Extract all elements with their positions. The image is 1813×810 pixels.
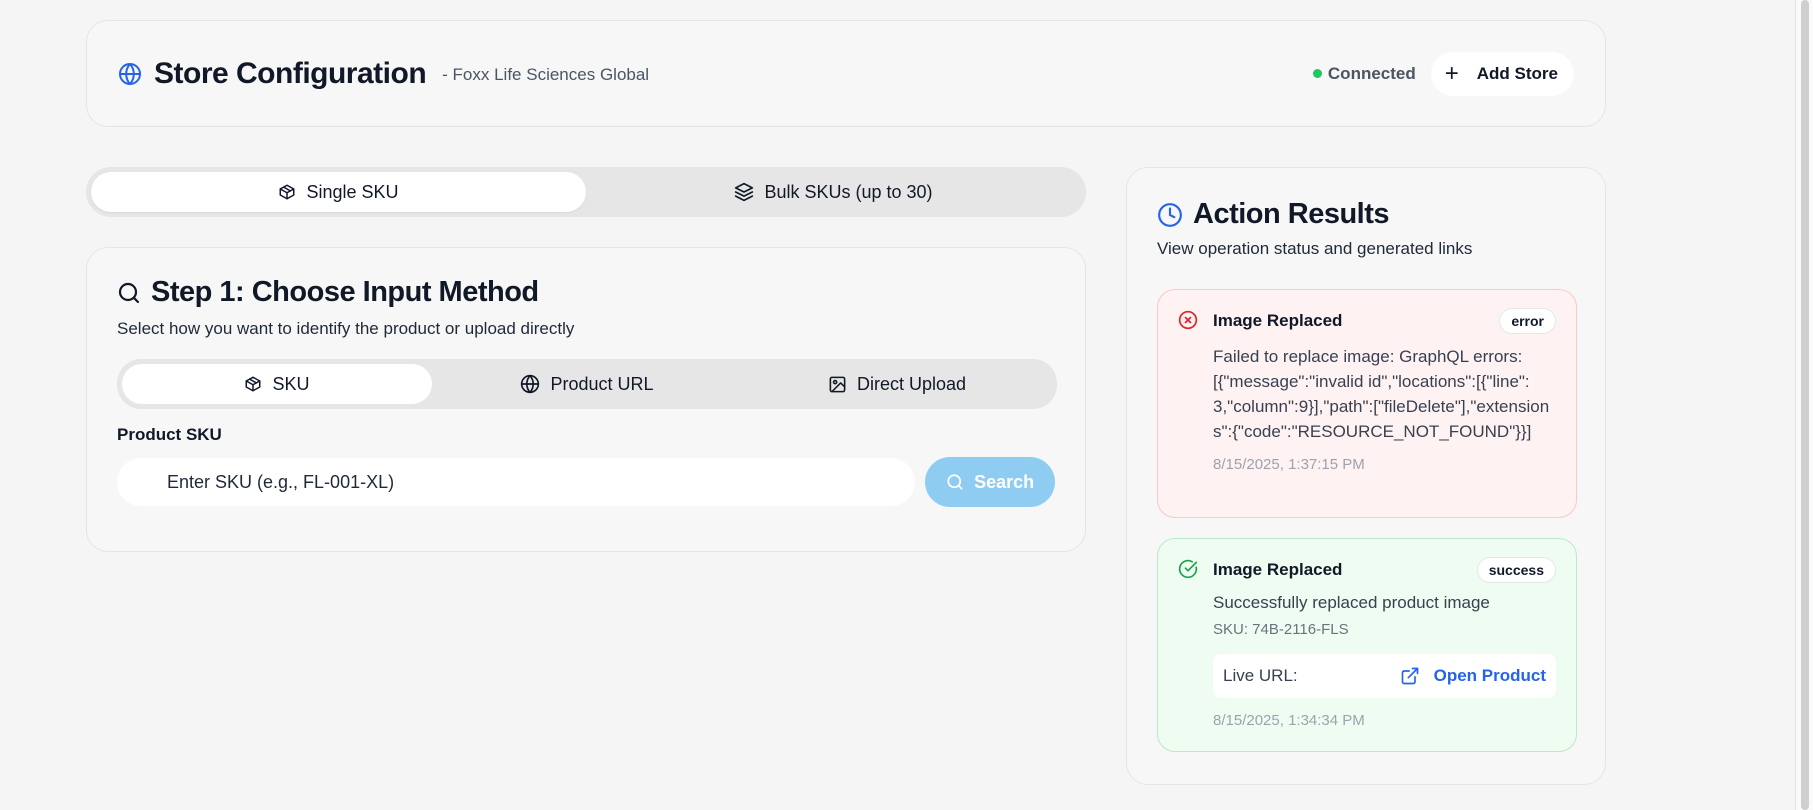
store-name: - Foxx Life Sciences Global bbox=[442, 64, 650, 84]
open-product-label: Open Product bbox=[1433, 666, 1546, 685]
result-sku: SKU: 74B-2116-FLS bbox=[1213, 621, 1349, 638]
connection-status: Connected bbox=[1312, 63, 1416, 84]
tab-label: SKU bbox=[272, 373, 310, 394]
error-message: Failed to replace image: GraphQL errors:… bbox=[1213, 347, 1550, 441]
result-item-error: Image Replaced error Failed to replace i… bbox=[1157, 289, 1577, 518]
success-message: Successfully replaced product image bbox=[1213, 593, 1490, 612]
tab-label: Bulk SKUs (up to 30) bbox=[764, 181, 933, 202]
tab-product-url[interactable]: Product URL bbox=[432, 364, 742, 404]
globe-icon bbox=[521, 374, 540, 394]
clock-icon bbox=[1158, 202, 1182, 227]
result-timestamp: 8/15/2025, 1:37:15 PM bbox=[1213, 456, 1365, 473]
tab-label: Direct Upload bbox=[856, 373, 967, 394]
search-icon bbox=[118, 282, 140, 303]
store-header: Store Configuration - Foxx Life Sciences… bbox=[86, 20, 1606, 127]
package-icon bbox=[245, 376, 261, 392]
step-title-text: Step 1: Choose Input Method bbox=[151, 276, 539, 308]
status-badge: success bbox=[1476, 557, 1556, 583]
status-dot-icon bbox=[1312, 69, 1322, 78]
tab-bulk-skus[interactable]: Bulk SKUs (up to 30) bbox=[586, 172, 1081, 212]
live-url-label: Live URL: bbox=[1223, 666, 1298, 685]
add-store-button[interactable]: + Add Store bbox=[1430, 51, 1574, 96]
tab-direct-upload[interactable]: Direct Upload bbox=[742, 364, 1052, 404]
result-header: Image Replaced success bbox=[1213, 557, 1556, 583]
plus-icon: + bbox=[1444, 59, 1459, 87]
result-timestamp: 8/15/2025, 1:34:34 PM bbox=[1213, 712, 1365, 729]
tab-label: Product URL bbox=[550, 373, 654, 394]
page-title: Store Configuration bbox=[154, 56, 427, 90]
layers-icon bbox=[735, 182, 754, 202]
step-description: Select how you want to identify the prod… bbox=[117, 319, 575, 338]
tab-single-sku[interactable]: Single SKU bbox=[91, 172, 586, 212]
results-title-text: Action Results bbox=[1193, 198, 1390, 230]
add-store-label: Add Store bbox=[1476, 63, 1558, 83]
globe-icon bbox=[118, 62, 142, 86]
image-icon bbox=[829, 376, 846, 392]
results-description: View operation status and generated link… bbox=[1157, 239, 1473, 258]
status-badge: error bbox=[1499, 308, 1556, 334]
search-icon bbox=[947, 474, 963, 490]
header-actions: Connected + Add Store bbox=[1312, 51, 1574, 96]
page: Store Configuration - Foxx Life Sciences… bbox=[0, 0, 1813, 810]
result-item-success: Image Replaced success Successfully repl… bbox=[1157, 538, 1577, 752]
action-results-card: Action Results View operation status and… bbox=[1126, 167, 1606, 785]
result-header: Image Replaced error bbox=[1213, 308, 1556, 334]
tab-sku[interactable]: SKU bbox=[122, 364, 432, 404]
search-button-label: Search bbox=[974, 471, 1035, 492]
external-link-icon bbox=[1401, 667, 1418, 685]
sku-input[interactable] bbox=[117, 458, 916, 506]
package-icon bbox=[279, 184, 295, 200]
method-tabs: SKU Product URL Direct Upload bbox=[117, 359, 1057, 409]
error-circle-icon bbox=[1178, 310, 1198, 335]
result-name: Image Replaced bbox=[1213, 560, 1343, 579]
input-method-card: Step 1: Choose Input Method Select how y… bbox=[86, 247, 1086, 552]
sku-field-label: Product SKU bbox=[117, 425, 222, 444]
scrollbar-thumb[interactable] bbox=[1801, 0, 1809, 810]
live-url-row: Live URL: Open Product bbox=[1213, 654, 1556, 698]
page-scrollbar[interactable] bbox=[1795, 0, 1813, 810]
mode-tabs: Single SKU Bulk SKUs (up to 30) bbox=[86, 167, 1086, 217]
check-circle-icon bbox=[1178, 559, 1198, 584]
open-product-link[interactable]: Open Product bbox=[1400, 666, 1546, 686]
results-title: Action Results bbox=[1157, 198, 1575, 231]
search-button[interactable]: Search bbox=[925, 457, 1055, 507]
search-row: Search bbox=[117, 457, 1055, 507]
status-label: Connected bbox=[1327, 63, 1416, 83]
tab-label: Single SKU bbox=[306, 181, 399, 202]
result-name: Image Replaced bbox=[1213, 311, 1343, 330]
step-title: Step 1: Choose Input Method bbox=[117, 276, 1055, 309]
